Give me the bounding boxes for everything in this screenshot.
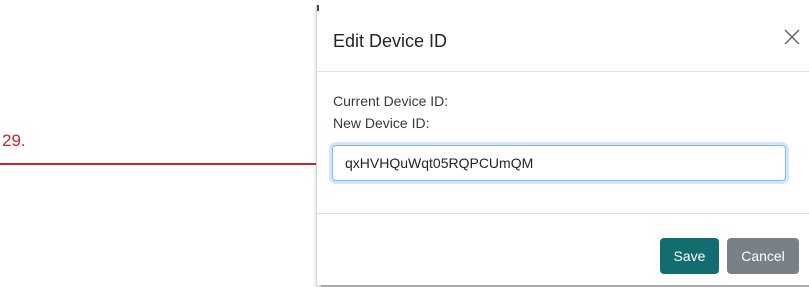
dialog-title: Edit Device ID [333, 31, 448, 51]
close-button[interactable] [780, 25, 804, 49]
dialog-body: Current Device ID: New Device ID: [317, 72, 809, 214]
edit-device-id-dialog: Edit Device ID Current Device ID: New De… [316, 5, 809, 287]
dialog-header: Edit Device ID [317, 5, 809, 72]
dialog-footer: Save Cancel [317, 213, 809, 286]
annotation-label: 29. [2, 131, 26, 150]
save-button[interactable]: Save [660, 238, 719, 274]
close-icon [784, 29, 800, 45]
screen: 29. Edit Device ID Current Device ID: Ne… [0, 0, 809, 287]
new-device-id-label: New Device ID: [333, 115, 430, 131]
annotation-pointer-line [0, 163, 327, 165]
current-device-id-label: Current Device ID: [333, 93, 449, 109]
new-device-id-input[interactable] [332, 145, 786, 181]
cancel-button[interactable]: Cancel [727, 238, 799, 274]
